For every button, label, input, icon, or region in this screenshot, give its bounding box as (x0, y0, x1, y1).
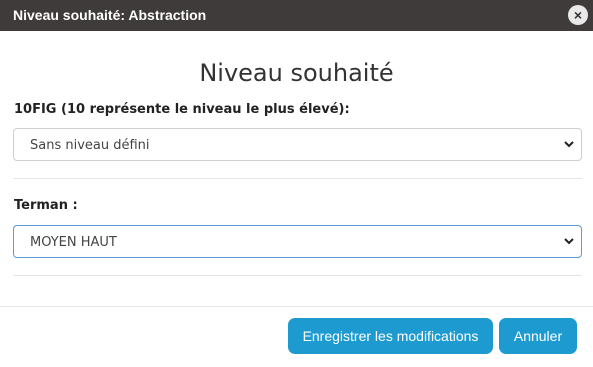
divider (13, 275, 582, 276)
cancel-button[interactable]: Annuler (499, 318, 577, 354)
select-10fig-value: Sans niveau défini (30, 138, 150, 153)
select-10fig[interactable]: Sans niveau défini (13, 128, 582, 161)
select-terman[interactable]: MOYEN HAUT (13, 225, 582, 258)
field-label-10fig: 10FIG (10 représente le niveau le plus é… (14, 102, 350, 117)
dialog: Niveau souhaité: Abstraction × Niveau so… (0, 0, 593, 367)
title-bar: Niveau souhaité: Abstraction × (0, 0, 593, 31)
close-icon[interactable]: × (568, 5, 588, 25)
page-title: Niveau souhaité (199, 59, 394, 87)
chevron-down-icon (564, 141, 574, 148)
footer-divider (0, 306, 593, 307)
field-label-terman: Terman : (14, 198, 78, 213)
divider (13, 178, 582, 179)
dialog-title: Niveau souhaité: Abstraction (13, 7, 207, 23)
chevron-down-icon (564, 238, 574, 245)
save-button[interactable]: Enregistrer les modifications (288, 318, 493, 354)
select-terman-value: MOYEN HAUT (30, 235, 117, 250)
